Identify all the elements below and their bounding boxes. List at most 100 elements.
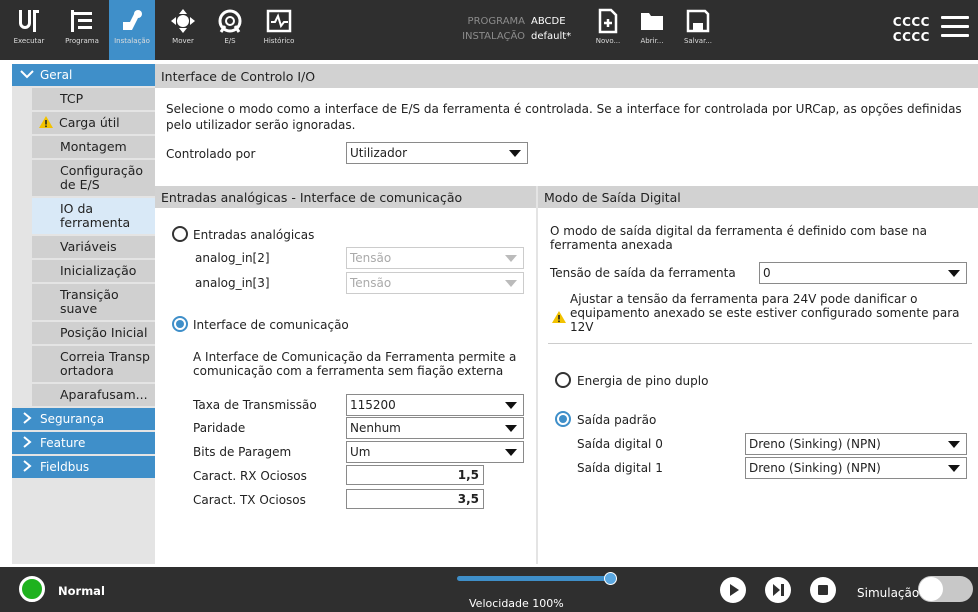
sidebar-item-smooth-transition[interactable]: Transição suave [32, 284, 155, 320]
open-button-label: Abrir... [640, 37, 664, 45]
step-button[interactable] [765, 577, 791, 603]
stop-bits-label: Bits de Paragem [193, 445, 292, 459]
digital-output-0-dropdown[interactable]: Dreno (Sinking) (NPN) [745, 433, 967, 455]
sidebar-item-mounting[interactable]: Montagem [32, 136, 155, 158]
tx-idle-input[interactable]: 3,5 [346, 489, 484, 509]
stop-bits-dropdown[interactable]: Um [346, 441, 524, 463]
chevron-down-icon [20, 68, 34, 82]
status-led-icon[interactable] [19, 576, 45, 602]
analog-inputs-label: Entradas analógicas [193, 228, 315, 242]
program-name: ABCDE [531, 16, 566, 27]
sidebar-item-label: Carga útil [59, 115, 120, 130]
tool-voltage-value: 0 [763, 266, 771, 280]
save-icon [686, 9, 710, 33]
tx-idle-label: Caract. TX Ociosos [193, 493, 306, 507]
run-tab-label: Executar [13, 37, 45, 45]
rx-idle-input[interactable]: 1,5 [346, 465, 484, 485]
comm-interface-radio[interactable] [172, 316, 188, 332]
sidebar-item-tcp[interactable]: TCP [32, 88, 155, 110]
panel-divider [536, 186, 538, 564]
analog-comm-panel-title: Entradas analógicas - Interface de comun… [155, 186, 536, 208]
sidebar-item-label: Correia Transportadora [60, 349, 150, 378]
chevron-right-icon [20, 459, 34, 475]
stop-bits-value: Um [350, 445, 371, 459]
robot-info-line2: CCCC [892, 30, 930, 44]
sidebar-item-label: Montagem [60, 139, 127, 154]
sidebar-item-home[interactable]: Posição Inicial [32, 322, 155, 344]
sidebar-section-feature[interactable]: Feature [12, 432, 155, 454]
robot-info: CCCC CCCC [893, 15, 930, 45]
save-button[interactable]: Salvar... [678, 0, 718, 60]
new-button-label: Novo... [595, 37, 621, 45]
standard-output-radio[interactable] [555, 411, 571, 427]
digital-output-1-dropdown[interactable]: Dreno (Sinking) (NPN) [745, 457, 967, 479]
voltage-warning-text: Ajustar a tensão da ferramenta para 24V … [570, 292, 960, 334]
standard-output-label: Saída padrão [577, 413, 657, 427]
parity-dropdown[interactable]: Nenhum [346, 417, 524, 439]
menu-icon[interactable] [941, 16, 969, 38]
analog-inputs-radio[interactable] [172, 226, 188, 242]
dropdown-arrow-icon [505, 402, 517, 409]
sidebar-item-screwdriving[interactable]: Aparafusam... [32, 384, 155, 406]
sidebar-item-startup[interactable]: Inicialização [32, 260, 155, 282]
program-icon [71, 10, 92, 32]
installation-tab[interactable]: Instalação [109, 0, 155, 60]
controlled-by-dropdown[interactable]: Utilizador [346, 142, 528, 164]
new-file-icon [598, 8, 618, 34]
program-tab-label: Programa [65, 37, 99, 45]
open-button[interactable]: Abrir... [634, 0, 670, 60]
log-tab[interactable]: Histórico [256, 0, 302, 60]
speed-slider-handle[interactable] [604, 572, 617, 585]
analog-in2-mode-dropdown[interactable]: Tensão [346, 247, 524, 269]
dropdown-arrow-icon [948, 465, 960, 472]
sidebar-section-label: Feature [40, 436, 86, 450]
parity-value: Nenhum [350, 421, 401, 435]
sidebar-section-label: Geral [40, 68, 73, 82]
bottom-bar: Normal Velocidade 100% Simulação [0, 567, 978, 612]
digital-output-1-label: Saída digital 1 [577, 461, 663, 475]
save-button-label: Salvar... [683, 37, 713, 45]
move-tab[interactable]: Mover [163, 0, 203, 60]
sidebar-section-fieldbus[interactable]: Fieldbus [12, 456, 155, 478]
sidebar-item-payload[interactable]: Carga útil [32, 112, 155, 134]
installation-tab-label: Instalação [114, 37, 150, 45]
dual-pin-power-radio[interactable] [555, 372, 571, 388]
sidebar-item-variables[interactable]: Variáveis [32, 236, 155, 258]
controlled-by-value: Utilizador [350, 146, 408, 160]
analog-in3-mode-dropdown[interactable]: Tensão [346, 272, 524, 294]
sidebar-item-io-setup[interactable]: Configuração de E/S [32, 160, 155, 196]
sidebar-item-label: TCP [60, 91, 84, 106]
run-tab[interactable]: Executar [3, 0, 55, 60]
move-tab-label: Mover [172, 37, 194, 45]
tool-voltage-label: Tensão de saída da ferramenta [550, 266, 736, 280]
robot-info-line1: CCCC [892, 15, 930, 29]
stop-button[interactable] [810, 577, 836, 603]
sidebar-item-label: Aparafusam... [60, 387, 148, 402]
play-button[interactable] [720, 577, 746, 603]
baud-rate-dropdown[interactable]: 115200 [346, 394, 524, 416]
sidebar-section-safety[interactable]: Segurança [12, 408, 155, 430]
baud-rate-label: Taxa de Transmissão [193, 398, 317, 412]
tool-voltage-dropdown[interactable]: 0 [759, 262, 967, 284]
section-divider [548, 343, 972, 344]
open-folder-icon [641, 13, 663, 30]
sidebar-item-label: Inicialização [60, 263, 137, 278]
installation-name: default* [531, 31, 572, 42]
speed-slider-track[interactable] [457, 576, 613, 581]
sidebar-item-conveyor[interactable]: Correia Transportadora [32, 346, 155, 382]
installation-icon [123, 10, 142, 30]
sidebar-item-label: Posição Inicial [60, 325, 148, 340]
sidebar-item-tool-io[interactable]: IO da ferramenta [32, 198, 155, 234]
sidebar-section-general[interactable]: Geral [12, 64, 155, 86]
dropdown-arrow-icon [509, 150, 521, 157]
io-tab[interactable]: E/S [210, 0, 250, 60]
analog-in2-label: analog_in[2] [195, 251, 270, 265]
digital-output-0-label: Saída digital 0 [577, 437, 663, 451]
simulation-toggle[interactable] [918, 576, 973, 602]
installation-key: INSTALAÇÃO [462, 31, 525, 42]
analog-in3-label: analog_in[3] [195, 276, 270, 290]
stop-icon [818, 585, 828, 595]
program-tab[interactable]: Programa [58, 0, 106, 60]
warning-icon [551, 310, 567, 327]
new-button[interactable]: Novo... [590, 0, 626, 60]
